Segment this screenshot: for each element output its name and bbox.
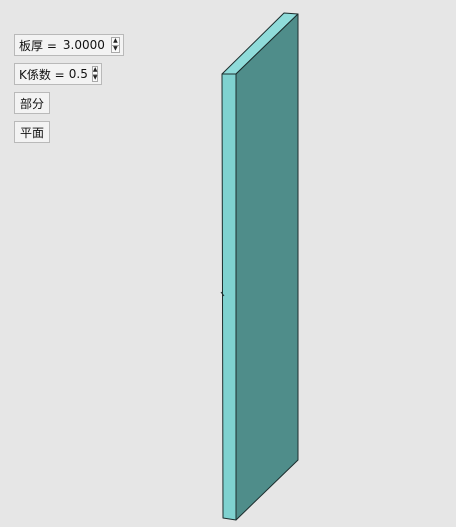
partial-button[interactable]: 部分 — [14, 92, 51, 114]
kfactor-label: K係数 = — [19, 67, 65, 82]
flat-button[interactable]: 平面 — [14, 121, 51, 143]
kfactor-value[interactable]: 0.5 — [65, 67, 92, 81]
plate-side-face — [221, 73, 237, 521]
spin-down-icon[interactable]: ▼ — [111, 44, 119, 53]
kfactor-spinbox[interactable]: K係数 = 0.5 ▲ ▼ — [14, 63, 102, 85]
thickness-value[interactable]: 3.0000 — [57, 38, 111, 52]
spin-down-icon[interactable]: ▼ — [92, 73, 98, 82]
thickness-label: 板厚 = — [19, 38, 57, 53]
kfactor-stepper[interactable]: ▲ ▼ — [91, 66, 99, 82]
thickness-spinbox[interactable]: 板厚 = 3.0000 ▲ ▼ — [14, 34, 124, 56]
thickness-stepper[interactable]: ▲ ▼ — [110, 37, 120, 53]
plate-front-face — [235, 13, 299, 521]
